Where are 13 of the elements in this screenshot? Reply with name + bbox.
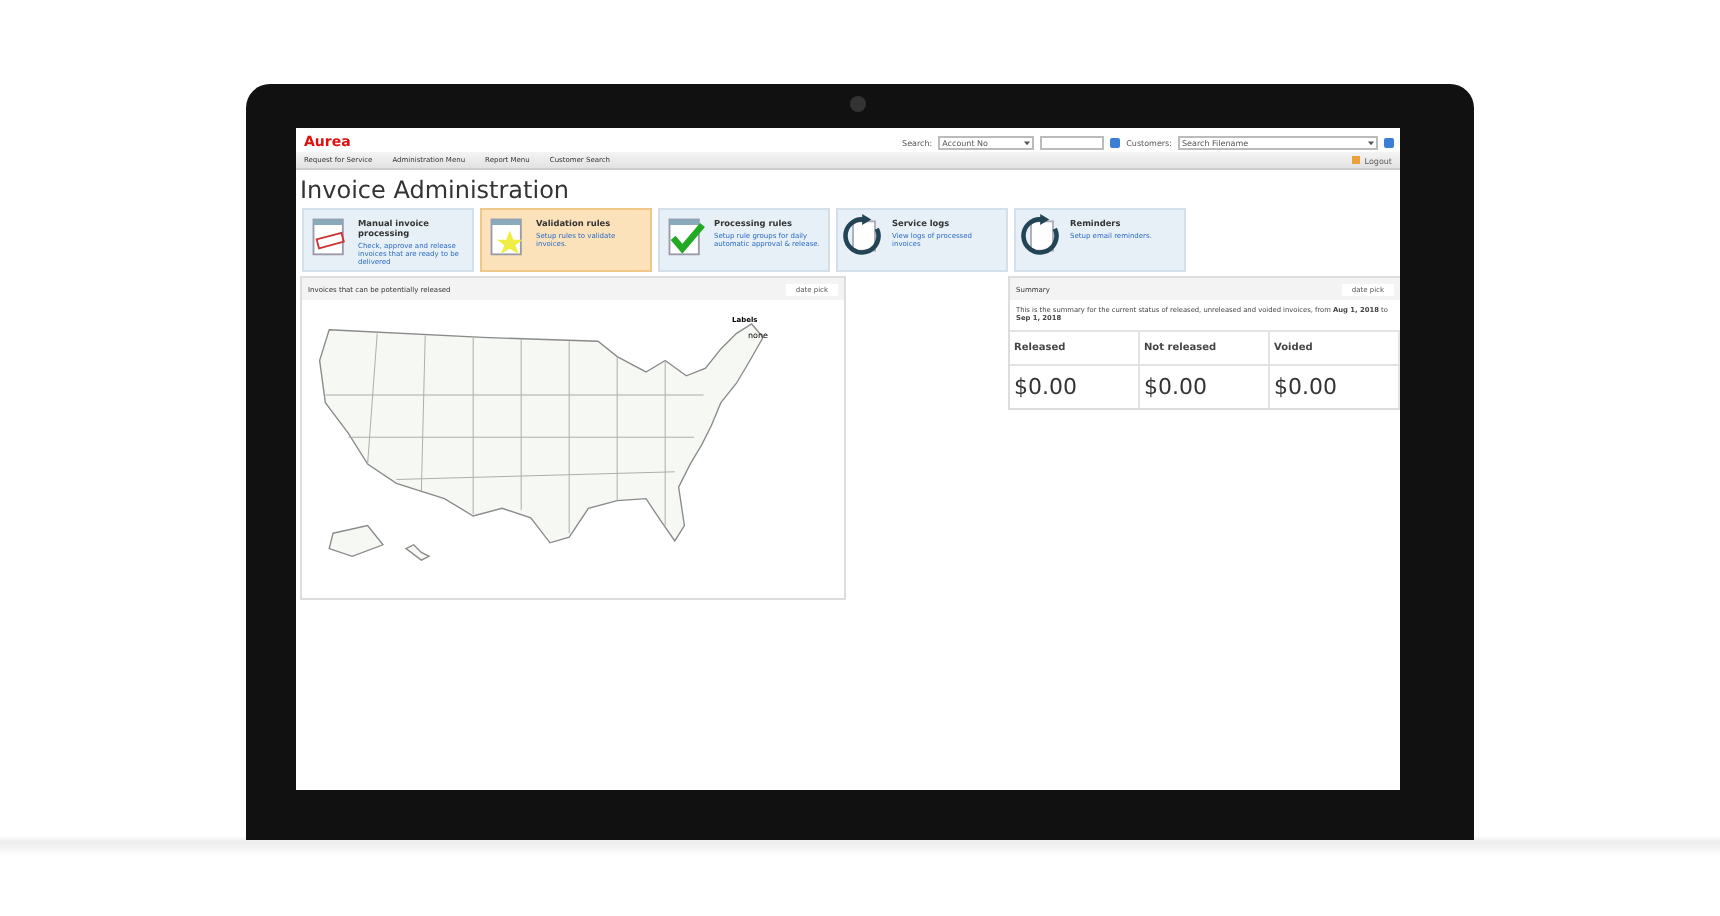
plus-icon[interactable] — [1384, 137, 1394, 147]
circular-arrow-icon — [1020, 214, 1064, 258]
caret-icon — [1368, 139, 1374, 145]
page-title: Invoice Administration — [298, 174, 572, 208]
camera-icon — [850, 96, 866, 112]
plus-icon[interactable] — [1110, 137, 1121, 147]
circular-arrow-icon — [842, 214, 886, 258]
caret-icon — [1024, 139, 1031, 145]
amount-value: $0.00 — [1012, 371, 1079, 404]
search-input[interactable] — [1040, 135, 1105, 149]
amount-value: $0.00 — [1142, 371, 1209, 404]
amount-value: $0.00 — [1272, 371, 1339, 404]
checkmark-document-icon — [664, 214, 708, 258]
